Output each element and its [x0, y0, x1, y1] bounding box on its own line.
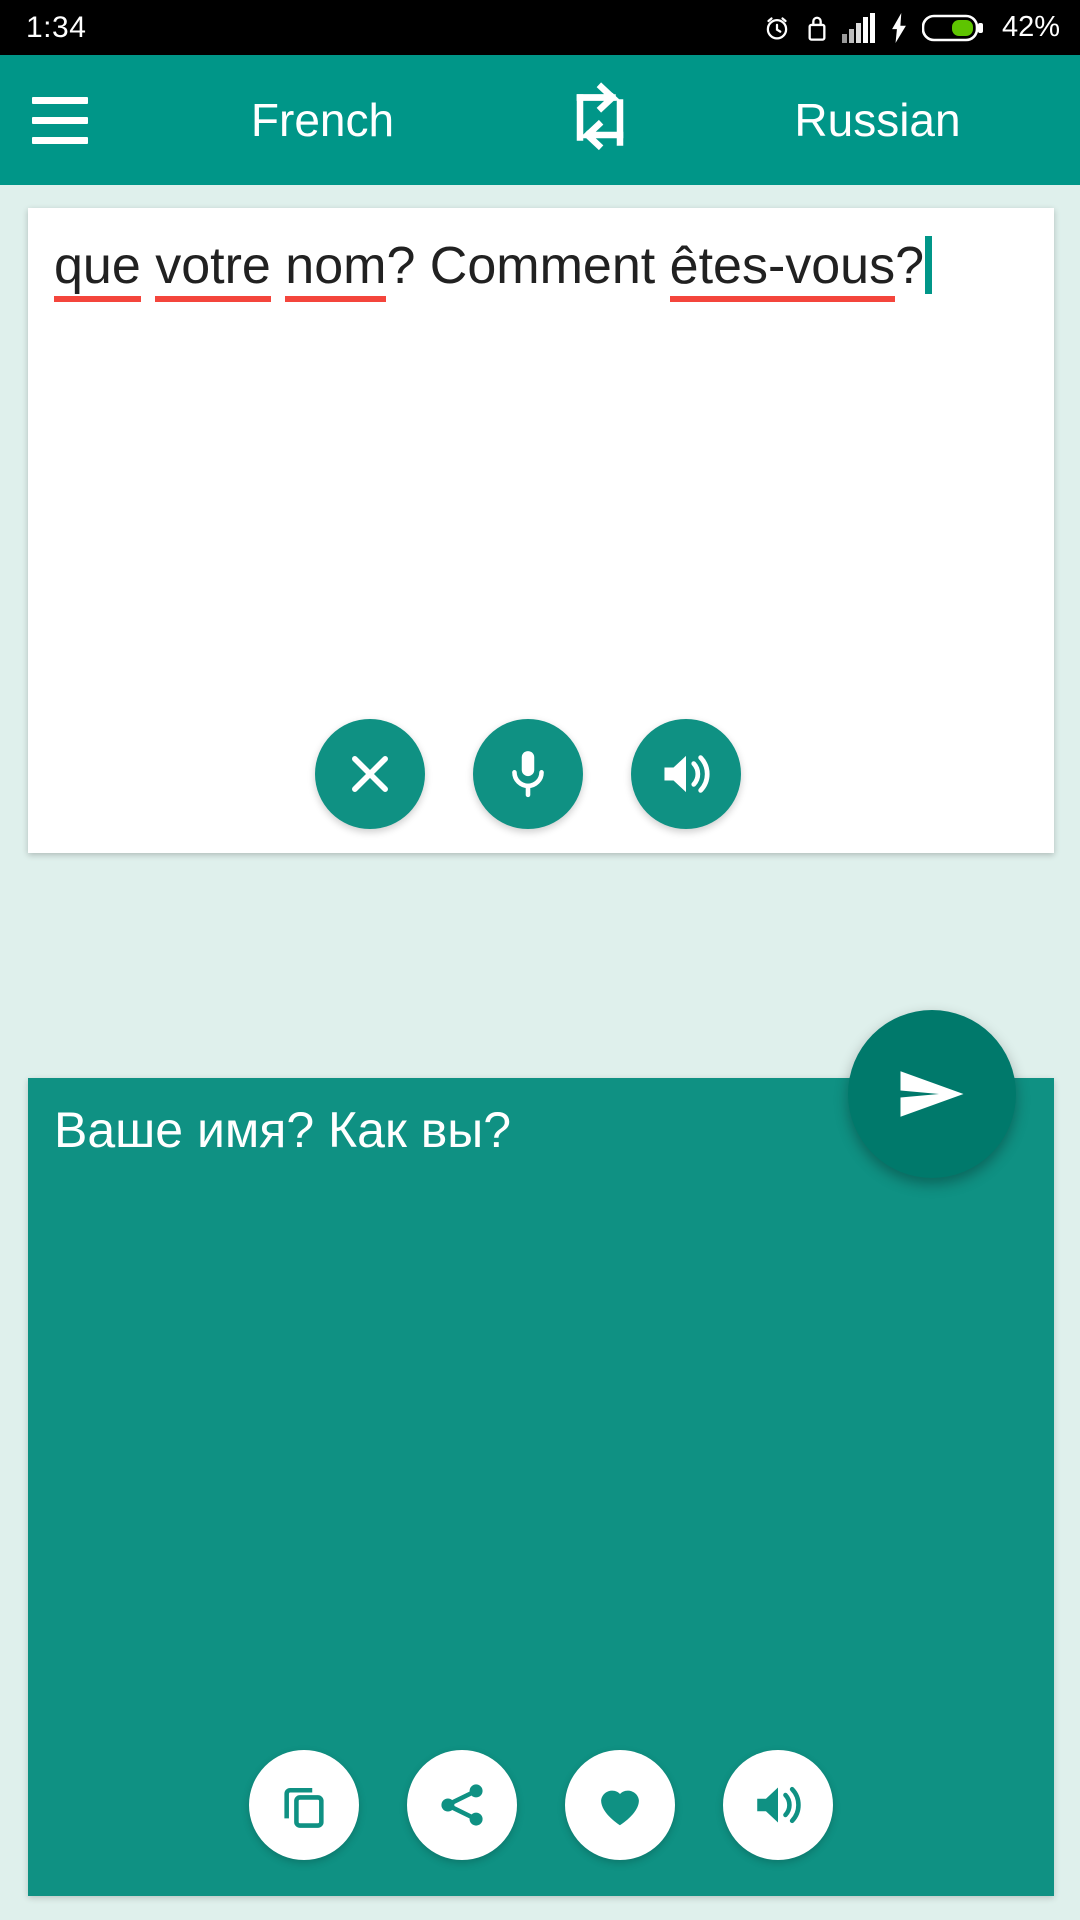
source-text-fragment: ? — [895, 237, 925, 295]
close-icon — [352, 756, 388, 792]
source-text-fragment: ? Comment — [386, 237, 670, 295]
app-bar: French Russian — [0, 55, 1080, 185]
share-button[interactable] — [407, 1750, 517, 1860]
misspelled-word: nom — [285, 237, 387, 302]
target-text-card: Ваше имя? Как вы? — [28, 1078, 1054, 1896]
source-text-card: que votre nom? Comment êtes-vous? — [28, 208, 1054, 853]
speaker-icon — [757, 1786, 801, 1824]
hamburger-bar — [32, 116, 88, 124]
hamburger-bar — [32, 96, 88, 104]
hamburger-menu-icon[interactable] — [0, 55, 120, 185]
misspelled-word: que — [54, 237, 141, 302]
speak-target-button[interactable] — [723, 1750, 833, 1860]
signal-bars-icon — [841, 12, 875, 43]
source-language-selector[interactable]: French — [120, 97, 525, 143]
alarm-icon — [766, 16, 788, 40]
source-action-bar — [28, 719, 1054, 829]
status-icons: 42% — [762, 11, 1060, 44]
hamburger-bar — [32, 136, 88, 144]
microphone-icon — [512, 751, 544, 798]
speaker-icon — [664, 755, 710, 793]
speak-source-button[interactable] — [631, 719, 741, 829]
share-icon — [441, 1784, 483, 1826]
source-text-input[interactable]: que votre nom? Comment êtes-vous? — [54, 236, 1028, 302]
target-language-selector[interactable]: Russian — [675, 97, 1080, 143]
source-text-fragment — [271, 237, 285, 295]
copy-button[interactable] — [249, 1750, 359, 1860]
status-clock: 1:34 — [26, 10, 87, 44]
heart-icon — [601, 1790, 639, 1826]
battery-percent-label: 42% — [1001, 11, 1060, 43]
text-caret — [925, 236, 933, 294]
copy-icon — [284, 1787, 324, 1828]
misspelled-word: êtes-vous — [669, 237, 896, 302]
battery-icon — [921, 14, 983, 41]
microphone-button[interactable] — [473, 719, 583, 829]
status-bar: 1:34 42% — [0, 0, 1080, 55]
favorite-button[interactable] — [565, 1750, 675, 1860]
send-icon — [900, 1071, 964, 1117]
charging-bolt-icon — [892, 12, 906, 43]
swap-languages-icon[interactable] — [525, 55, 675, 185]
target-action-bar — [28, 1750, 1054, 1860]
misspelled-word: votre — [155, 237, 271, 302]
clear-button[interactable] — [315, 719, 425, 829]
send-button[interactable] — [848, 1010, 1016, 1178]
source-text-content: que votre nom? Comment êtes-vous? — [54, 237, 924, 302]
lock-icon — [808, 16, 826, 41]
app-screen: 1:34 42% French Russian que votre nom? C… — [0, 0, 1080, 1920]
source-text-fragment — [141, 237, 155, 295]
